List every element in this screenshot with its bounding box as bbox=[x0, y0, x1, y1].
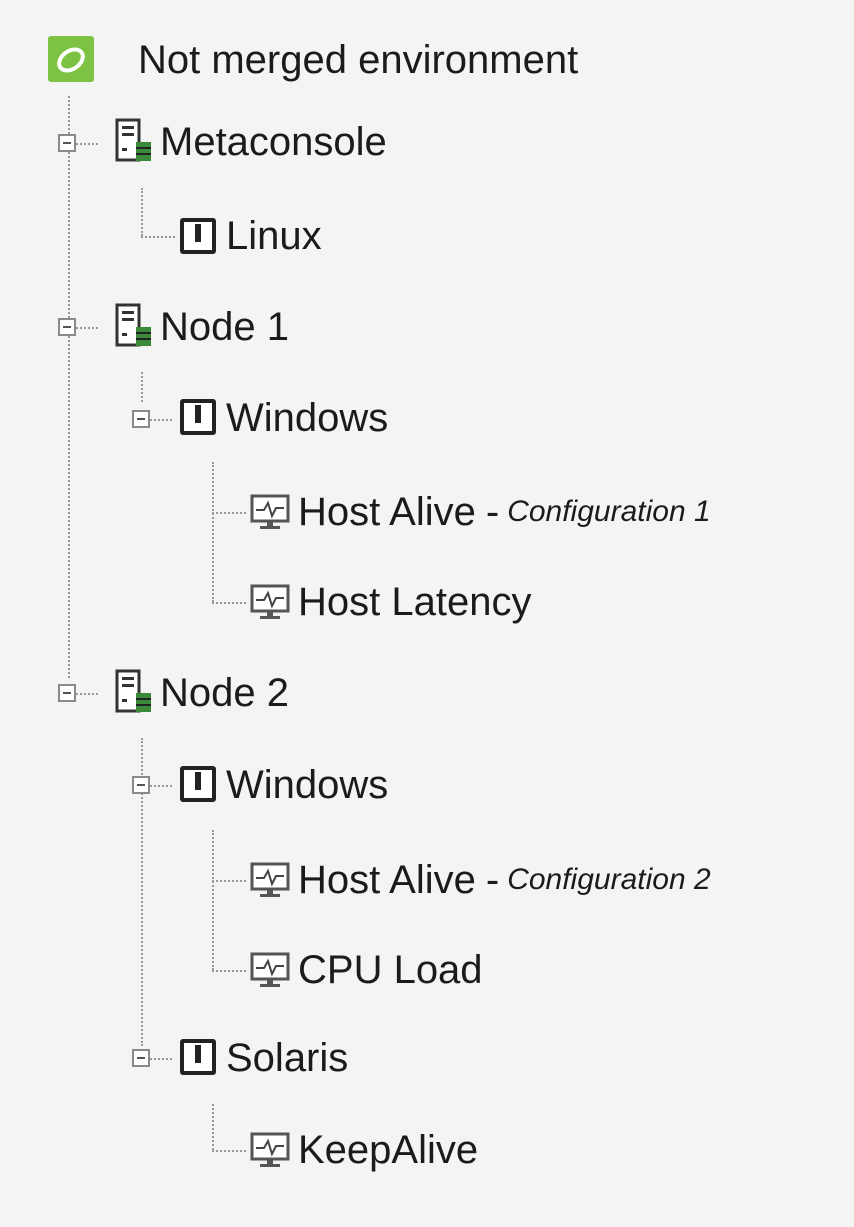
tree-node-root[interactable]: Not merged environment bbox=[138, 35, 578, 85]
label-separator: - bbox=[485, 489, 500, 534]
server-icon bbox=[114, 118, 154, 166]
tree-line-root bbox=[68, 96, 70, 678]
agent-label: Node 2 bbox=[160, 671, 289, 715]
tree-node-linux[interactable]: Linux bbox=[226, 211, 322, 261]
module-label: KeepAlive bbox=[298, 1128, 479, 1172]
root-label: Not merged environment bbox=[138, 38, 579, 82]
module-group-label: Solaris bbox=[226, 1036, 349, 1080]
collapse-toggle-node2[interactable] bbox=[58, 684, 76, 702]
collapse-toggle-solaris[interactable] bbox=[132, 1049, 150, 1067]
tree-connector bbox=[212, 602, 246, 604]
monitor-icon bbox=[250, 862, 290, 900]
module-label: Host Alive bbox=[298, 858, 476, 902]
root-environment-icon bbox=[48, 36, 94, 82]
agent-label: Node 1 bbox=[160, 305, 289, 349]
tree-connector bbox=[76, 143, 98, 145]
monitor-icon bbox=[250, 1132, 290, 1170]
environment-tree: Not merged environment Metaconsole Linux bbox=[0, 0, 854, 1227]
tree-line-node2-windows bbox=[212, 830, 214, 970]
module-icon bbox=[180, 1039, 216, 1075]
tree-node-keepalive[interactable]: KeepAlive bbox=[298, 1125, 478, 1175]
tree-connector bbox=[212, 512, 246, 514]
tree-node-solaris[interactable]: Solaris bbox=[226, 1033, 348, 1083]
tree-node-host-latency[interactable]: Host Latency bbox=[298, 577, 531, 627]
tree-connector bbox=[150, 419, 172, 421]
tree-node-node2-windows[interactable]: Windows bbox=[226, 760, 388, 810]
agent-label: Metaconsole bbox=[160, 120, 387, 164]
module-label: Host Alive bbox=[298, 490, 476, 534]
module-icon bbox=[180, 218, 216, 254]
tree-node-host-alive-1[interactable]: Host Alive - Configuration 1 bbox=[298, 487, 711, 537]
configuration-label: Configuration 1 bbox=[507, 495, 711, 528]
tree-line-node1-windows bbox=[212, 462, 214, 602]
tree-line-node1 bbox=[141, 372, 143, 402]
collapse-toggle-node1[interactable] bbox=[58, 318, 76, 336]
tree-line-solaris bbox=[212, 1104, 214, 1150]
collapse-toggle-node1-windows[interactable] bbox=[132, 410, 150, 428]
tree-connector bbox=[141, 236, 175, 238]
tree-node-host-alive-2[interactable]: Host Alive - Configuration 2 bbox=[298, 855, 711, 905]
collapse-toggle-node2-windows[interactable] bbox=[132, 776, 150, 794]
module-group-label: Windows bbox=[226, 396, 389, 440]
module-label: Host Latency bbox=[298, 580, 532, 624]
tree-node-node1-windows[interactable]: Windows bbox=[226, 393, 388, 443]
tree-node-cpu-load[interactable]: CPU Load bbox=[298, 945, 483, 995]
tree-connector bbox=[212, 880, 246, 882]
module-label: CPU Load bbox=[298, 948, 483, 992]
monitor-icon bbox=[250, 584, 290, 622]
tree-node-metaconsole[interactable]: Metaconsole bbox=[160, 117, 387, 167]
server-icon bbox=[114, 669, 154, 717]
tree-connector bbox=[212, 970, 246, 972]
tree-connector bbox=[76, 327, 98, 329]
module-group-label: Linux bbox=[226, 214, 322, 258]
module-icon bbox=[180, 399, 216, 435]
collapse-toggle-metaconsole[interactable] bbox=[58, 134, 76, 152]
tree-connector bbox=[150, 1058, 172, 1060]
monitor-icon bbox=[250, 494, 290, 532]
tree-node-node1[interactable]: Node 1 bbox=[160, 302, 289, 352]
module-icon bbox=[180, 766, 216, 802]
tree-line-metaconsole bbox=[141, 188, 143, 236]
tree-node-node2[interactable]: Node 2 bbox=[160, 668, 289, 718]
module-group-label: Windows bbox=[226, 763, 389, 807]
label-separator: - bbox=[485, 857, 500, 902]
server-icon bbox=[114, 303, 154, 351]
tree-connector bbox=[76, 693, 98, 695]
monitor-icon bbox=[250, 952, 290, 990]
configuration-label: Configuration 2 bbox=[507, 863, 711, 896]
tree-connector bbox=[150, 785, 172, 787]
tree-connector bbox=[212, 1150, 246, 1152]
